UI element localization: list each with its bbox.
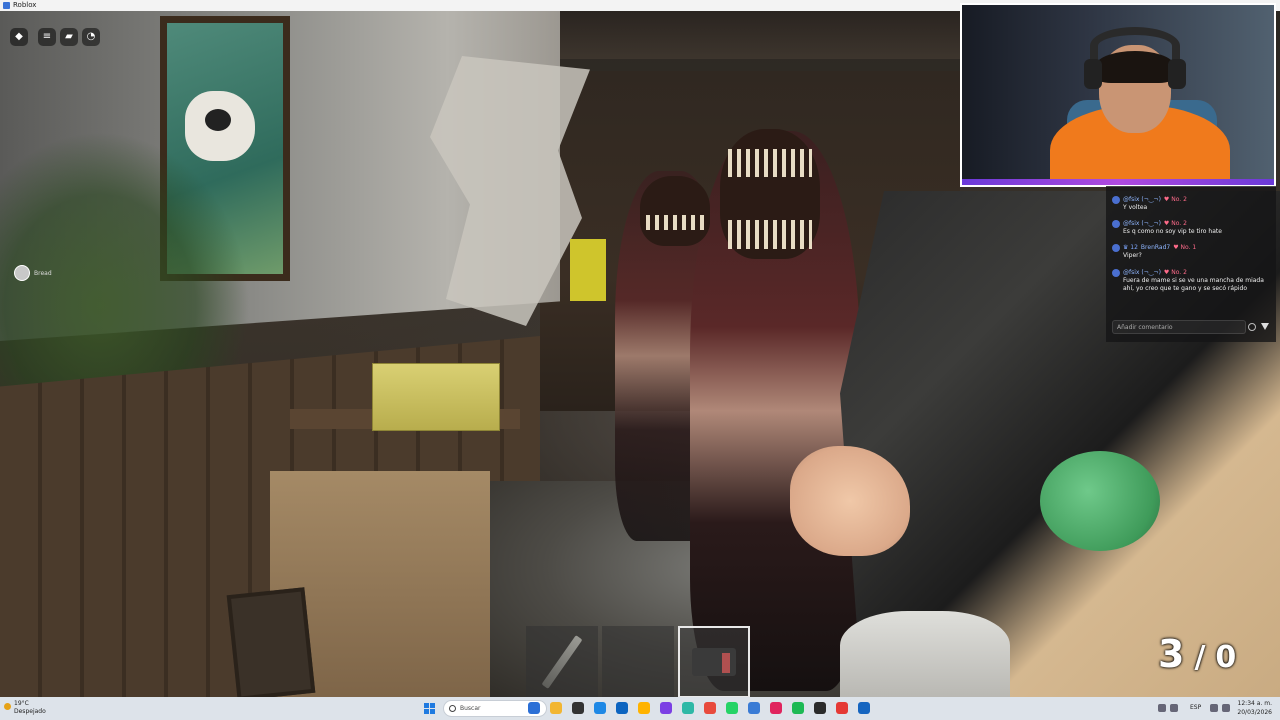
weather-temp: 19°C: [14, 700, 29, 707]
chat-badge: ♥ No. 1: [1173, 244, 1197, 252]
player-chip[interactable]: Bread: [14, 265, 52, 281]
taskbar-app-icon[interactable]: [858, 702, 870, 714]
clock[interactable]: 12:34 a. m. 20/03/2026: [1237, 699, 1272, 717]
roblox-menu-button[interactable]: ◆: [10, 28, 28, 46]
player-leg: [840, 611, 1010, 697]
chat-badge: ♥ No. 2: [1163, 220, 1187, 228]
clock-time: 12:34 a. m.: [1237, 700, 1272, 707]
taskbar-app-icon[interactable]: [792, 702, 804, 714]
chat-text: Y voltea: [1123, 204, 1148, 211]
webcam-overlay: [960, 3, 1276, 187]
taskbar-app-icon[interactable]: [770, 702, 782, 714]
clock-date: 20/03/2026: [1237, 709, 1272, 716]
counter-left: 3: [1158, 632, 1185, 676]
wifi-icon[interactable]: [1210, 704, 1218, 712]
player-avatar: [14, 265, 30, 281]
chat-message: ♛ 12 BrenRad7 ♥ No. 1 Viper?: [1112, 244, 1272, 260]
chat-avatar: [1112, 196, 1120, 204]
taskbar-app-icon[interactable]: [616, 702, 628, 714]
chat-avatar: [1112, 244, 1120, 252]
chat-avatar: [1112, 269, 1120, 277]
headset-icon: [1090, 27, 1180, 65]
green-object: [1040, 451, 1160, 551]
windows-taskbar: 19°C Despejado Buscar ESP 12:34 a. m. 20…: [0, 697, 1280, 720]
chevron-up-icon[interactable]: [1158, 704, 1166, 712]
hotbar-slot-1[interactable]: [526, 626, 598, 697]
chat-text: Viper?: [1123, 252, 1142, 259]
player-name: Bread: [34, 269, 52, 277]
taskbar-app-icon[interactable]: [572, 702, 584, 714]
window-title: Roblox: [13, 1, 37, 9]
yellow-box: [372, 363, 500, 431]
taskbar-app-icon[interactable]: [704, 702, 716, 714]
chat-sub-badge: ♛ 12: [1123, 244, 1138, 252]
live-chat: @fsix (¬‿¬) ♥ No. 2 Y voltea @fsix (¬‿¬) ♥…: [1106, 186, 1276, 342]
start-button[interactable]: [424, 703, 435, 714]
taskbar-app-icon[interactable]: [726, 702, 738, 714]
taskbar-app-icon[interactable]: [550, 702, 562, 714]
monster-head-back: [640, 176, 710, 246]
chat-avatar: [1112, 220, 1120, 228]
chat-username: @fsix (¬‿¬): [1123, 196, 1161, 204]
taskbar-app-icon[interactable]: [638, 702, 650, 714]
voice-chat-button[interactable]: ◔: [82, 28, 100, 46]
language-indicator[interactable]: ESP: [1190, 704, 1201, 711]
photo-frame: [226, 587, 316, 697]
chat-message: @fsix (¬‿¬) ♥ No. 2 Es q como no soy vip …: [1112, 220, 1272, 236]
weather-widget[interactable]: 19°C Despejado: [4, 700, 46, 716]
chat-input[interactable]: Añadir comentario: [1112, 320, 1246, 334]
search-icon: [449, 705, 456, 712]
taskbar-app-icon[interactable]: [748, 702, 760, 714]
gun-icon: [692, 648, 736, 676]
weather-desc: Despejado: [14, 708, 46, 715]
chat-message: @fsix (¬‿¬) ♥ No. 2 Fuera de mame si se v…: [1112, 269, 1272, 292]
chat-text: Fuera de mame si se ve una mancha de mia…: [1123, 277, 1264, 292]
taskbar-app-icon[interactable]: [528, 702, 540, 714]
counter-separator: /: [1194, 640, 1206, 675]
chat-username: @fsix (¬‿¬): [1123, 220, 1161, 228]
headset-right-cup: [1168, 59, 1186, 89]
taskbar-app-icon[interactable]: [660, 702, 672, 714]
score-counter: 3 / 0: [1158, 632, 1236, 676]
hotbar-slot-3[interactable]: [678, 626, 750, 697]
taskbar-app-icon[interactable]: [594, 702, 606, 714]
volume-icon[interactable]: [1222, 704, 1230, 712]
network-icon[interactable]: [1170, 704, 1178, 712]
taskbar-app-icon[interactable]: [682, 702, 694, 714]
chat-toggle-button[interactable]: ▰: [60, 28, 78, 46]
chat-message: @fsix (¬‿¬) ♥ No. 2 Y voltea: [1112, 196, 1272, 212]
chat-badge: ♥ No. 2: [1163, 269, 1187, 277]
yellow-sign: [570, 239, 606, 301]
counter-right: 0: [1215, 640, 1237, 675]
cam-frame-accent: [962, 179, 1274, 185]
knife-icon: [541, 635, 583, 689]
filter-icon[interactable]: [1261, 323, 1269, 330]
headset-left-cup: [1084, 59, 1102, 89]
search-label: Buscar: [460, 705, 481, 712]
taskbar-app-icon[interactable]: [836, 702, 848, 714]
hotbar-slot-2[interactable]: [602, 626, 674, 697]
chat-text: Es q como no soy vip te tiro hate: [1123, 228, 1222, 235]
hamburger-menu-button[interactable]: ≡: [38, 28, 56, 46]
chat-badge: ♥ No. 2: [1163, 196, 1187, 204]
roblox-logo-icon: [3, 2, 10, 9]
emoji-icon[interactable]: [1248, 323, 1256, 331]
monster-head-front: [720, 129, 820, 259]
chat-username: @fsix (¬‿¬): [1123, 269, 1161, 277]
hotbar: [526, 626, 750, 697]
sun-icon: [4, 703, 11, 710]
taskbar-app-icon[interactable]: [814, 702, 826, 714]
chat-username: BrenRad7: [1140, 244, 1171, 252]
